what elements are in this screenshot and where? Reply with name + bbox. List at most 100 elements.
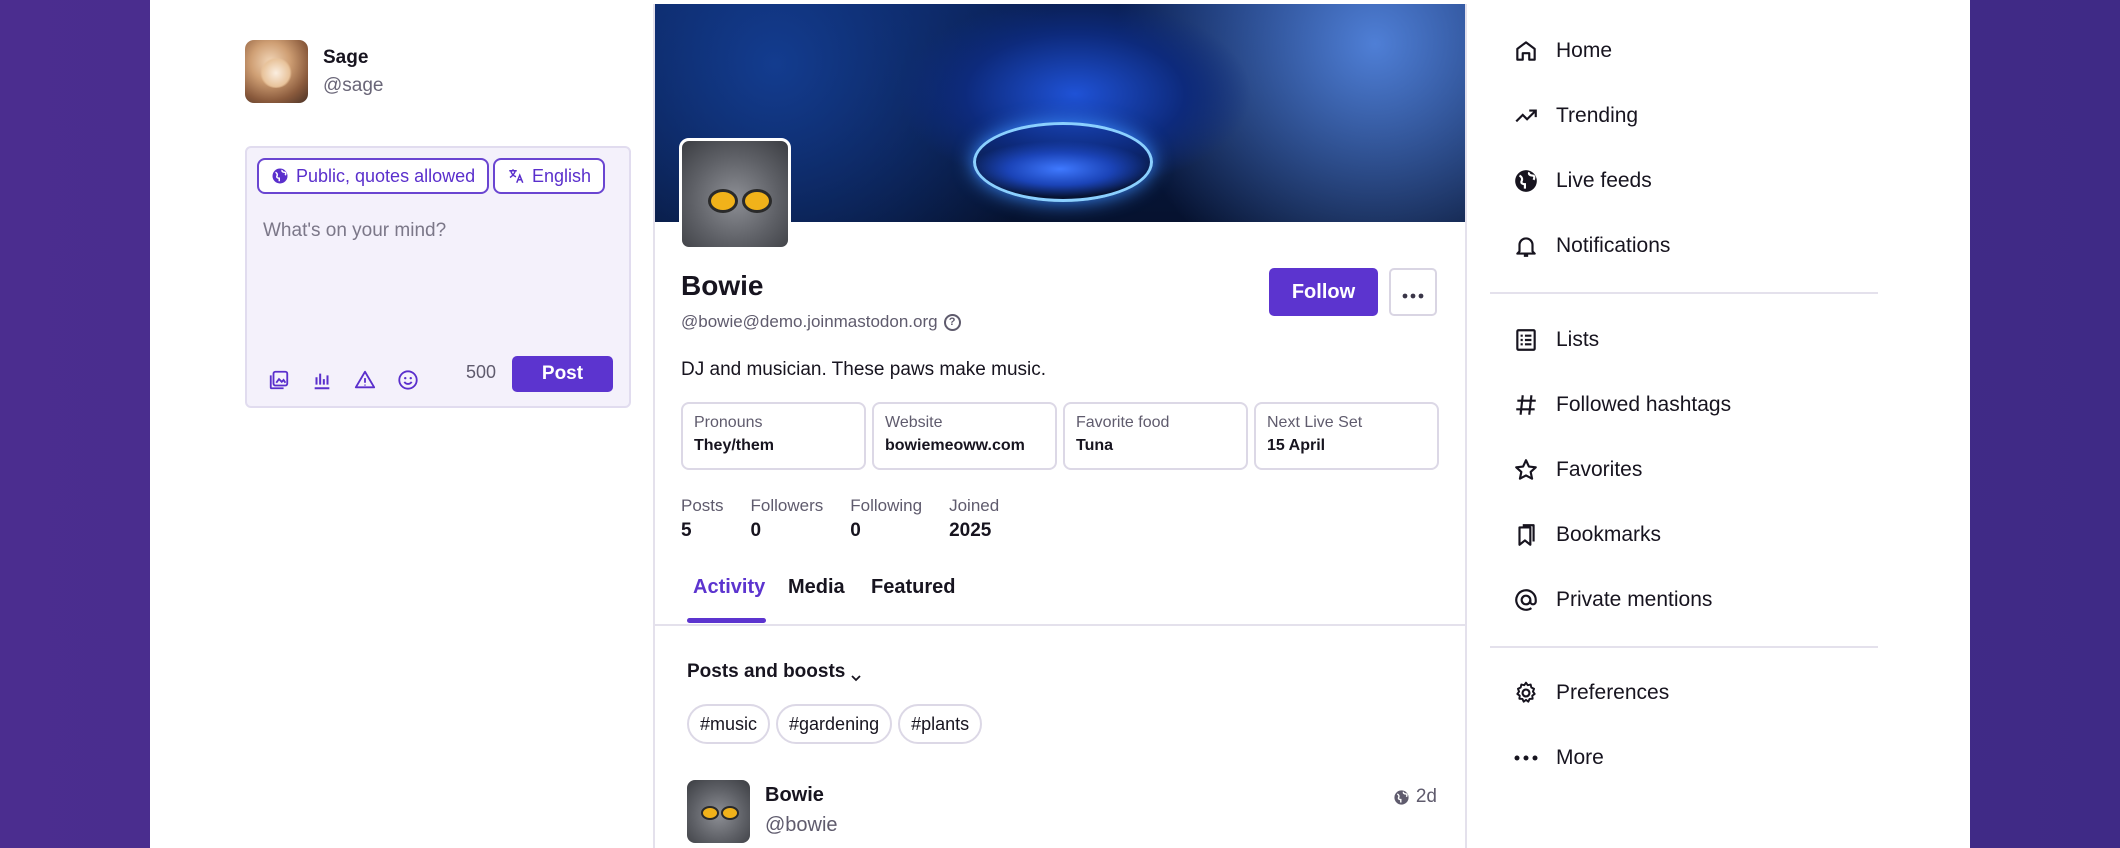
stat-joined: Joined 2025: [949, 496, 999, 542]
hashtag-chip[interactable]: #music: [687, 704, 771, 744]
stat-following[interactable]: Following 0: [850, 496, 922, 542]
nav-label: Home: [1556, 39, 1613, 62]
field-name: Favorite food: [1076, 414, 1170, 431]
nav-item-followed-hashtags[interactable]: Followed hashtags: [1490, 383, 1731, 427]
stat-value: 5: [681, 520, 692, 541]
active-tab-indicator: [687, 618, 766, 623]
field-name: Website: [885, 414, 943, 431]
nav-divider: [1490, 646, 1878, 648]
status-author-name[interactable]: Bowie: [765, 784, 824, 807]
sunglasses-graphic: [721, 806, 739, 820]
translate-icon: [507, 167, 525, 185]
tab-featured[interactable]: Featured: [871, 576, 955, 599]
field-value: 15 April: [1267, 437, 1326, 454]
nav-label: Lists: [1556, 328, 1600, 351]
account-avatar[interactable]: [245, 40, 308, 103]
post-button[interactable]: Post: [512, 356, 613, 392]
nav-item-private-mentions[interactable]: Private mentions: [1490, 578, 1712, 622]
tab-media[interactable]: Media: [788, 576, 845, 599]
follow-button[interactable]: Follow: [1269, 268, 1378, 316]
profile-field: Favorite food Tuna: [1063, 402, 1248, 470]
bookmark-icon: [1512, 521, 1540, 549]
current-account[interactable]: Sage @sage: [245, 40, 384, 103]
profile-field: Pronouns They/them: [681, 402, 866, 470]
profile-avatar[interactable]: [679, 138, 791, 250]
profile-field: Website bowiemeoww.com: [872, 402, 1057, 470]
stat-label: Followers: [750, 496, 824, 515]
nav-item-live-feeds[interactable]: Live feeds: [1490, 159, 1652, 203]
turntable-graphic: [973, 122, 1153, 202]
nav-label: Favorites: [1556, 458, 1643, 481]
nav-label: More: [1556, 746, 1604, 769]
posts-filter-label: Posts and boosts: [687, 661, 846, 682]
media-upload-icon[interactable]: [267, 368, 291, 392]
nav-label: Followed hashtags: [1556, 393, 1732, 416]
hashtag-chip[interactable]: #gardening: [776, 704, 893, 744]
profile-field: Next Live Set 15 April: [1254, 402, 1439, 470]
sunglasses-graphic: [701, 806, 719, 820]
nav-label: Preferences: [1556, 681, 1670, 704]
compose-toolbar: [267, 368, 439, 392]
profile-stats: Posts 5 Followers 0 Following 0 Joined 2…: [681, 496, 1026, 542]
stat-followers[interactable]: Followers 0: [751, 496, 824, 542]
bell-icon: [1512, 232, 1540, 260]
nav-divider: [1490, 292, 1878, 294]
field-value: They/them: [694, 437, 775, 454]
field-value-link[interactable]: bowiemeoww.com: [885, 437, 1044, 455]
status-timestamp[interactable]: 2d: [1393, 786, 1437, 808]
hashtag-chip[interactable]: #plants: [898, 704, 983, 744]
nav-item-home[interactable]: Home: [1490, 29, 1612, 73]
nav-item-more[interactable]: More: [1490, 736, 1604, 780]
visibility-label: Public, quotes allowed: [296, 165, 476, 186]
nav-item-bookmarks[interactable]: Bookmarks: [1490, 513, 1661, 557]
profile-acct-text: @bowie@demo.joinmastodon.org: [681, 312, 938, 331]
list-icon: [1512, 326, 1540, 354]
gear-icon: [1512, 679, 1540, 707]
status-avatar[interactable]: [687, 780, 750, 843]
stat-label: Posts: [681, 496, 724, 515]
sunglasses-graphic: [708, 189, 738, 213]
visibility-button[interactable]: Public, quotes allowed: [257, 158, 490, 194]
nav-item-preferences[interactable]: Preferences: [1490, 671, 1669, 715]
more-options-button[interactable]: [1389, 268, 1437, 316]
profile-column: Bowie @bowie@demo.joinmastodon.org ? Fol…: [653, 4, 1467, 848]
stat-posts[interactable]: Posts 5: [681, 496, 724, 542]
emoji-icon[interactable]: [396, 368, 420, 392]
account-handle: @sage: [323, 74, 384, 96]
poll-icon[interactable]: [310, 368, 334, 392]
stat-label: Joined: [949, 496, 1000, 515]
tab-activity[interactable]: Activity: [693, 576, 765, 599]
field-name: Next Live Set: [1267, 414, 1363, 431]
at-icon: [1512, 586, 1540, 614]
profile-bio: DJ and musician. These paws make music.: [681, 359, 1047, 380]
trending-icon: [1512, 102, 1540, 130]
profile-acct: @bowie@demo.joinmastodon.org ?: [681, 312, 961, 332]
stat-value: 0: [750, 520, 762, 541]
nav-item-favorites[interactable]: Favorites: [1490, 448, 1642, 492]
status-time-text: 2d: [1415, 786, 1437, 807]
app-window: Sage @sage Public, quotes allowed Englis…: [150, 0, 1970, 848]
nav-item-notifications[interactable]: Notifications: [1490, 224, 1670, 268]
profile-fields: Pronouns They/them Website bowiemeoww.co…: [681, 402, 1439, 470]
ellipsis-icon: [1402, 279, 1424, 305]
content-warning-icon[interactable]: [353, 368, 377, 392]
compose-textarea[interactable]: What's on your mind?: [263, 220, 446, 242]
field-name: Pronouns: [694, 414, 763, 431]
star-icon: [1512, 456, 1540, 484]
nav-label: Private mentions: [1556, 588, 1713, 611]
status-author-handle: @bowie: [765, 814, 838, 836]
globe-icon: [1394, 789, 1409, 805]
ellipsis-icon: [1512, 744, 1540, 772]
language-button[interactable]: English: [493, 158, 606, 194]
sunglasses-graphic: [742, 189, 772, 213]
nav-item-lists[interactable]: Lists: [1490, 318, 1599, 362]
nav-label: Live feeds: [1556, 169, 1652, 192]
compose-box: Public, quotes allowed English What's on…: [245, 146, 631, 408]
home-icon: [1512, 37, 1540, 65]
posts-filter-dropdown[interactable]: Posts and boosts: [687, 661, 861, 683]
profile-display-name: Bowie: [681, 270, 764, 301]
chevron-down-icon: [851, 667, 861, 682]
nav-item-trending[interactable]: Trending: [1490, 94, 1638, 138]
help-icon[interactable]: ?: [943, 313, 961, 331]
globe-icon: [271, 167, 289, 185]
